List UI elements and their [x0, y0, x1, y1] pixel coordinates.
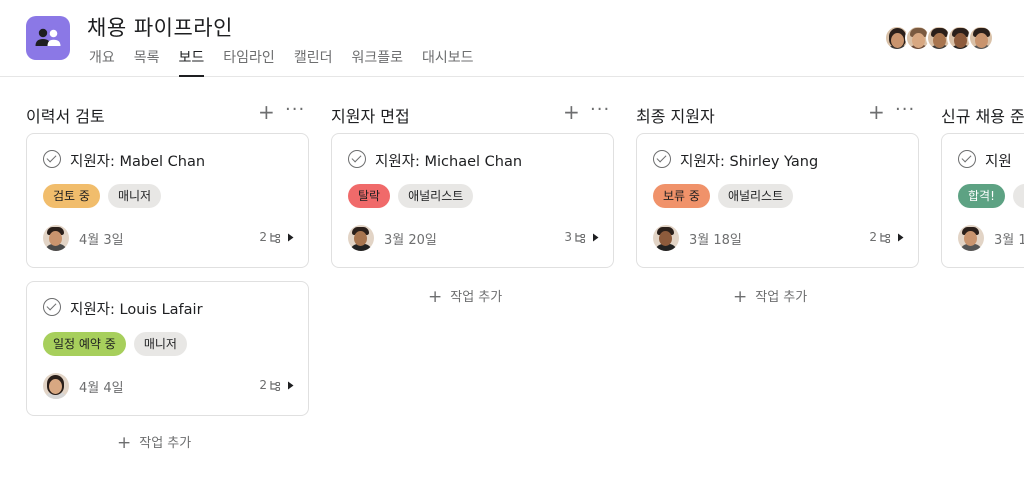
tab-overview[interactable]: 개요 — [89, 48, 115, 77]
add-card-button[interactable]: + — [563, 100, 580, 124]
due-date: 4월 4일 — [79, 381, 124, 396]
column-title: 신규 채용 준 — [941, 107, 1024, 126]
expand-triangle-icon — [593, 233, 599, 241]
add-card-button[interactable]: + — [868, 100, 885, 124]
more-options-button[interactable]: ··· — [590, 99, 610, 120]
status-tag: 합격! — [958, 184, 1005, 208]
subtask-number: 2 — [259, 378, 267, 392]
tab-timeline[interactable]: 타임라인 — [223, 48, 275, 77]
task-name: 지원자: Louis Lafair — [70, 302, 203, 318]
complete-check-icon[interactable] — [653, 150, 671, 168]
more-options-button[interactable]: ··· — [285, 99, 305, 120]
tab-board[interactable]: 보드 — [178, 48, 205, 77]
subtask-number: 2 — [869, 230, 877, 244]
task-card[interactable]: 지원자: Mabel Chan 검토 중 매니저 4월 3일 2 — [26, 133, 309, 268]
subtask-number: 3 — [564, 230, 572, 244]
avatar — [968, 25, 994, 51]
role-tag: 매니저 — [133, 332, 187, 356]
people-icon — [35, 28, 61, 46]
assignee-avatar[interactable] — [43, 225, 69, 251]
column-title: 지원자 면접 — [331, 107, 410, 126]
add-card-button[interactable]: + — [258, 100, 275, 124]
column-title: 이력서 검토 — [26, 107, 105, 126]
role-tag: 애널리스트 — [398, 184, 474, 208]
expand-triangle-icon — [898, 233, 904, 241]
plus-icon: + — [428, 287, 443, 307]
assignee-avatar[interactable] — [958, 225, 984, 251]
plus-icon: + — [117, 433, 132, 453]
expand-triangle-icon — [288, 233, 294, 241]
tab-calendar[interactable]: 캘린더 — [294, 48, 333, 77]
task-card[interactable]: 지원자: Louis Lafair 일정 예약 중 매니저 4월 4일 2 — [26, 281, 309, 416]
task-name: 지원자: Michael Chan — [375, 154, 523, 170]
subtask-icon — [270, 232, 281, 243]
view-tabs: 개요 목록 보드 타임라인 캘린더 워크플로 대시보드 — [89, 48, 493, 77]
subtask-icon — [880, 232, 891, 243]
role-tag: 애널리스트 — [717, 184, 794, 208]
add-task-button[interactable]: + 작업 추가 — [428, 286, 502, 307]
subtask-icon — [270, 380, 281, 391]
complete-check-icon[interactable] — [43, 150, 61, 168]
add-task-button[interactable]: + 작업 추가 — [117, 432, 191, 453]
status-tag: 탈락 — [348, 184, 391, 208]
subtask-count[interactable]: 2 — [869, 230, 904, 244]
add-task-label: 작업 추가 — [755, 290, 808, 305]
subtask-number: 2 — [259, 230, 267, 244]
add-task-button[interactable]: + 작업 추가 — [733, 286, 807, 307]
due-date: 3월 1 — [994, 233, 1024, 248]
task-name: 지원 — [985, 154, 1012, 170]
assignee-avatar[interactable] — [348, 225, 374, 251]
subtask-count[interactable]: 2 — [259, 230, 294, 244]
add-task-label: 작업 추가 — [139, 436, 192, 451]
subtask-count[interactable]: 3 — [564, 230, 599, 244]
complete-check-icon[interactable] — [348, 150, 366, 168]
role-tag: 매니저 — [107, 184, 162, 208]
complete-check-icon[interactable] — [43, 298, 61, 316]
add-task-label: 작업 추가 — [450, 290, 503, 305]
status-tag: 보류 중 — [653, 184, 710, 208]
assignee-avatar[interactable] — [653, 225, 679, 251]
status-tag: 일정 예약 중 — [43, 332, 126, 356]
tab-list[interactable]: 목록 — [134, 48, 160, 77]
task-card[interactable]: 지원 합격! 3월 1 — [941, 133, 1024, 268]
tab-workflow[interactable]: 워크플로 — [351, 48, 403, 77]
project-icon[interactable] — [26, 16, 70, 60]
task-card[interactable]: 지원자: Michael Chan 탈락 애널리스트 3월 20일 3 — [331, 133, 614, 268]
task-name: 지원자: Mabel Chan — [70, 154, 206, 170]
role-tag — [1012, 184, 1024, 208]
due-date: 3월 18일 — [689, 233, 742, 248]
task-name: 지원자: Shirley Yang — [680, 154, 819, 170]
task-card[interactable]: 지원자: Shirley Yang 보류 중 애널리스트 3월 18일 2 — [636, 133, 919, 268]
due-date: 3월 20일 — [384, 233, 437, 248]
due-date: 4월 3일 — [79, 233, 124, 248]
project-title: 채용 파이프라인 — [87, 16, 233, 40]
member-avatars[interactable] — [884, 25, 994, 51]
more-options-button[interactable]: ··· — [895, 99, 915, 120]
complete-check-icon[interactable] — [958, 150, 976, 168]
column-new-hires: 신규 채용 준 지원 합격! 3월 1 — [941, 77, 1024, 277]
plus-icon: + — [733, 287, 748, 307]
subtask-icon — [575, 232, 586, 243]
expand-triangle-icon — [288, 381, 294, 389]
assignee-avatar[interactable] — [43, 373, 69, 399]
subtask-count[interactable]: 2 — [259, 378, 294, 392]
project-header: 채용 파이프라인 개요 목록 보드 타임라인 캘린더 워크플로 대시보드 — [0, 0, 1024, 77]
column-title: 최종 지원자 — [636, 107, 715, 126]
tab-dashboard[interactable]: 대시보드 — [422, 48, 474, 77]
status-tag: 검토 중 — [43, 184, 100, 208]
